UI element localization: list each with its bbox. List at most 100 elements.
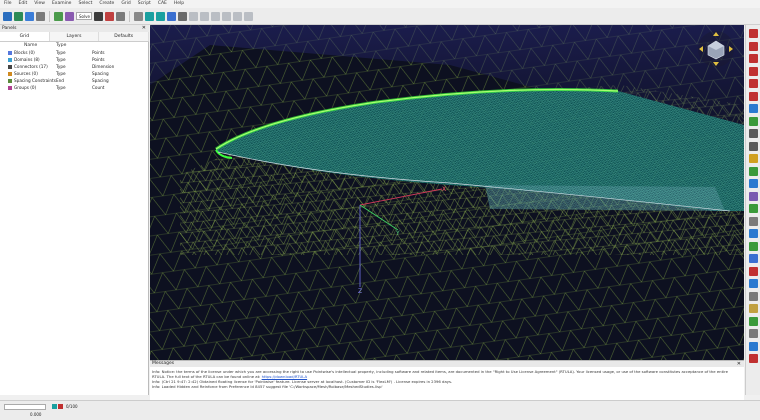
tool-icon[interactable] bbox=[189, 11, 198, 21]
item-type: Type bbox=[56, 50, 66, 55]
solver-select[interactable]: Solve bbox=[76, 12, 92, 20]
item-category: Count bbox=[92, 85, 105, 90]
list-item[interactable]: Domains (8) Type Points bbox=[0, 56, 149, 63]
item-type: Type bbox=[56, 71, 66, 76]
right-tool-icon[interactable] bbox=[749, 266, 758, 276]
shade-icon[interactable] bbox=[145, 11, 154, 21]
tool-icon[interactable] bbox=[233, 11, 242, 21]
axis-label-y: Y bbox=[395, 230, 400, 237]
menu-item-select[interactable]: Select bbox=[78, 0, 92, 8]
wire-icon[interactable] bbox=[156, 11, 165, 21]
menu-item-examine[interactable]: Examine bbox=[52, 0, 72, 8]
view-icon[interactable] bbox=[105, 11, 114, 21]
entity-icon bbox=[8, 64, 12, 69]
status-value: 0.000 bbox=[30, 412, 42, 417]
column-header-type[interactable]: Type bbox=[56, 42, 92, 49]
entity-icon bbox=[8, 50, 12, 55]
menu-item-grid[interactable]: Grid bbox=[121, 0, 130, 8]
tree-icon[interactable] bbox=[116, 11, 125, 21]
tab-layers[interactable]: Layers bbox=[49, 32, 100, 41]
item-name: Sources (0) bbox=[14, 71, 38, 76]
list-item[interactable]: Spacing Constraints End Spacing bbox=[0, 77, 149, 84]
menu-item-file[interactable]: File bbox=[4, 0, 12, 8]
right-tool-icon[interactable] bbox=[749, 291, 758, 301]
panels-dock: Panels ✕ Grid Layers Defaults Name Type Bl… bbox=[0, 25, 150, 395]
right-tool-icon[interactable] bbox=[749, 66, 758, 76]
status-color-swatch bbox=[52, 404, 57, 409]
right-tool-icon[interactable] bbox=[749, 166, 758, 176]
right-tool-icon[interactable] bbox=[749, 104, 758, 113]
entity-icon bbox=[8, 85, 12, 90]
menu-item-create[interactable]: Create bbox=[99, 0, 114, 8]
3d-viewport[interactable]: X Z Y bbox=[150, 25, 744, 360]
item-type: End bbox=[56, 78, 64, 83]
right-tool-icon[interactable] bbox=[749, 191, 758, 201]
right-tool-icon[interactable] bbox=[749, 279, 758, 288]
item-name: Groups (0) bbox=[14, 85, 37, 90]
mesh-canvas[interactable]: X Z Y bbox=[150, 25, 744, 360]
item-name: Spacing Constraints bbox=[14, 78, 56, 83]
panel-close-button[interactable]: ✕ bbox=[142, 25, 146, 32]
domain-icon[interactable] bbox=[178, 11, 187, 21]
right-tool-icon[interactable] bbox=[749, 229, 758, 238]
toolbar-separator bbox=[129, 10, 130, 22]
right-tool-icon[interactable] bbox=[749, 341, 758, 351]
save-icon[interactable] bbox=[14, 11, 23, 21]
tool-icon[interactable] bbox=[200, 11, 209, 21]
right-tool-icon[interactable] bbox=[749, 129, 758, 138]
point-icon[interactable] bbox=[134, 11, 143, 21]
axis-label-z: Z bbox=[358, 288, 362, 295]
item-name: Domains (8) bbox=[14, 57, 40, 62]
status-bar: 0/100 0.000 bbox=[0, 400, 760, 420]
messages-title: Messages bbox=[150, 361, 744, 367]
right-tool-icon[interactable] bbox=[749, 141, 758, 151]
item-category: Spacing bbox=[92, 78, 109, 83]
messages-close-button[interactable]: ✕ bbox=[737, 361, 741, 367]
right-tool-icon[interactable] bbox=[749, 241, 758, 251]
tab-grid[interactable]: Grid bbox=[0, 32, 50, 41]
status-color-swatch bbox=[58, 404, 63, 409]
item-type: Type bbox=[56, 57, 66, 62]
new-icon[interactable] bbox=[3, 11, 12, 21]
list-item[interactable]: Groups (0) Type Count bbox=[0, 84, 149, 91]
redo-icon[interactable] bbox=[36, 11, 45, 21]
mask-icon[interactable] bbox=[94, 11, 103, 21]
right-tool-icon[interactable] bbox=[749, 41, 758, 51]
menu-item-script[interactable]: Script bbox=[138, 0, 151, 8]
right-tool-icon[interactable] bbox=[749, 316, 758, 326]
menu-item-edit[interactable]: Edit bbox=[19, 0, 28, 8]
right-tool-icon[interactable] bbox=[749, 304, 758, 313]
right-tool-icon[interactable] bbox=[749, 29, 758, 38]
right-tool-icon[interactable] bbox=[749, 204, 758, 213]
tool-icon[interactable] bbox=[211, 11, 220, 21]
menu-item-view[interactable]: View bbox=[34, 0, 45, 8]
right-tool-icon[interactable] bbox=[749, 116, 758, 126]
right-tool-icon[interactable] bbox=[749, 179, 758, 188]
view-cube[interactable] bbox=[698, 31, 734, 67]
right-tool-icon[interactable] bbox=[749, 329, 758, 338]
list-item[interactable]: Sources (0) Type Spacing bbox=[0, 70, 149, 77]
right-tool-icon[interactable] bbox=[749, 216, 758, 226]
menu-item-help[interactable]: Help bbox=[174, 0, 184, 8]
display-icon[interactable] bbox=[54, 11, 63, 21]
status-count: 0/100 bbox=[66, 404, 78, 409]
menu-item-cae[interactable]: CAE bbox=[158, 0, 167, 8]
right-tool-icon[interactable] bbox=[749, 354, 758, 363]
right-tool-icon[interactable] bbox=[749, 254, 758, 263]
item-category: Spacing bbox=[92, 71, 109, 76]
grid-icon[interactable] bbox=[167, 11, 176, 21]
panel-title: Panels bbox=[0, 25, 149, 32]
right-tool-icon[interactable] bbox=[749, 79, 758, 88]
right-tool-icon[interactable] bbox=[749, 54, 758, 63]
list-item[interactable]: Connectors (17) Type Dimension bbox=[0, 63, 149, 70]
column-header-name[interactable]: Name bbox=[0, 42, 56, 49]
right-tool-icon[interactable] bbox=[749, 154, 758, 163]
item-name: Connectors (17) bbox=[14, 64, 48, 69]
tool-icon[interactable] bbox=[222, 11, 231, 21]
right-tool-icon[interactable] bbox=[749, 91, 758, 101]
select-icon[interactable] bbox=[65, 11, 74, 21]
list-item[interactable]: Blocks (0) Type Points bbox=[0, 49, 149, 56]
tool-icon[interactable] bbox=[244, 11, 253, 21]
tab-defaults[interactable]: Defaults bbox=[99, 32, 150, 41]
undo-icon[interactable] bbox=[25, 11, 34, 21]
